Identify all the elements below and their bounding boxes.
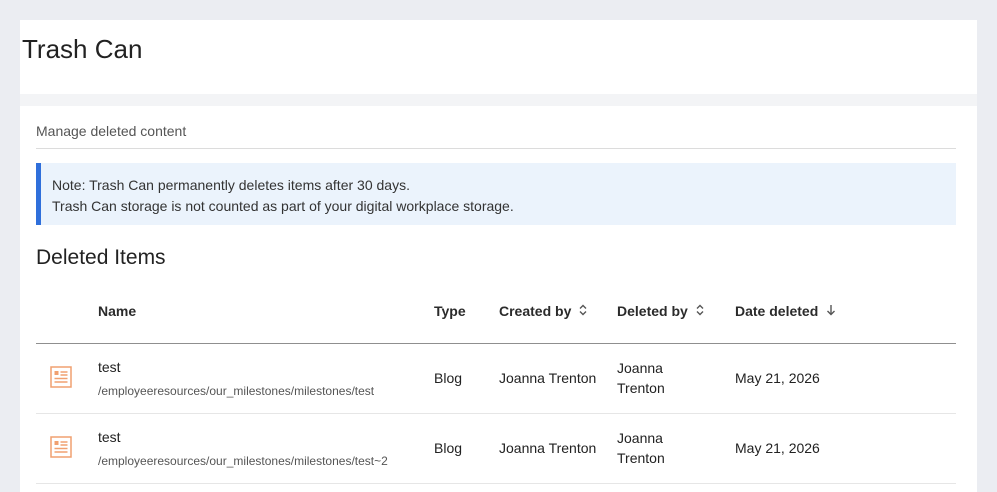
- trash-card: Manage deleted content Note: Trash Can p…: [20, 106, 972, 492]
- blog-document-icon: [50, 435, 72, 458]
- column-header-name: Name: [98, 293, 434, 344]
- row-icon-cell: [36, 413, 98, 484]
- deleted-by-value: Joanna Trenton: [617, 360, 665, 396]
- section-title: Deleted Items: [36, 246, 166, 269]
- table-header-row: Name Type Created by Deleted by Date del…: [36, 293, 956, 344]
- item-path: /employeeresources/our_milestones/milest…: [98, 453, 388, 468]
- column-header-type: Type: [434, 293, 499, 344]
- row-date-deleted-cell: May 21, 2026: [735, 343, 956, 414]
- notice-banner: Note: Trash Can permanently deletes item…: [36, 163, 956, 225]
- header-divider: [20, 94, 977, 106]
- item-title[interactable]: test: [98, 428, 434, 446]
- column-header-deleted-by[interactable]: Deleted by: [617, 293, 735, 344]
- table-row[interactable]: test /employeeresources/our_milestones/m…: [36, 343, 956, 414]
- column-header-created-by-label[interactable]: Created by: [499, 303, 571, 319]
- column-header-created-by[interactable]: Created by: [499, 293, 617, 344]
- row-type-cell: Blog: [434, 413, 499, 484]
- column-header-name-label: Name: [98, 303, 137, 319]
- row-type-cell: Blog: [434, 343, 499, 414]
- deleted-by-value: Joanna Trenton: [617, 430, 665, 466]
- row-deleted-by-cell: Joanna Trenton: [617, 413, 735, 484]
- row-created-by-cell: Joanna Trenton: [499, 343, 617, 414]
- column-header-type-label: Type: [434, 303, 466, 319]
- notice-line-1: Note: Trash Can permanently deletes item…: [52, 177, 410, 193]
- row-icon-cell: [36, 343, 98, 414]
- blog-document-icon: [50, 365, 72, 388]
- column-header-date-deleted[interactable]: Date deleted: [735, 293, 956, 344]
- table-row[interactable]: test /employeeresources/our_milestones/m…: [36, 413, 956, 484]
- sort-unsorted-icon[interactable]: [696, 304, 704, 319]
- row-date-deleted-cell: May 21, 2026: [735, 413, 956, 484]
- notice-line-2: Trash Can storage is not counted as part…: [52, 198, 514, 214]
- page-header: Trash Can: [20, 20, 977, 94]
- column-header-deleted-by-label[interactable]: Deleted by: [617, 303, 688, 319]
- row-created-by-cell: Joanna Trenton: [499, 413, 617, 484]
- item-title[interactable]: test: [98, 358, 434, 376]
- sort-unsorted-icon[interactable]: [579, 304, 587, 319]
- deleted-items-table: Name Type Created by Deleted by Date del…: [36, 293, 956, 484]
- page-subtitle: Manage deleted content: [36, 106, 956, 149]
- sort-descending-icon[interactable]: [826, 304, 836, 319]
- icon-column-header: [36, 293, 98, 344]
- trash-can-page: Trash Can Manage deleted content Note: T…: [20, 20, 977, 492]
- item-path: /employeeresources/our_milestones/milest…: [98, 383, 375, 398]
- row-deleted-by-cell: Joanna Trenton: [617, 343, 735, 414]
- row-name-cell: test /employeeresources/our_milestones/m…: [98, 413, 434, 484]
- page-title: Trash Can: [22, 34, 143, 64]
- column-header-date-deleted-label[interactable]: Date deleted: [735, 303, 818, 319]
- row-name-cell: test /employeeresources/our_milestones/m…: [98, 343, 434, 414]
